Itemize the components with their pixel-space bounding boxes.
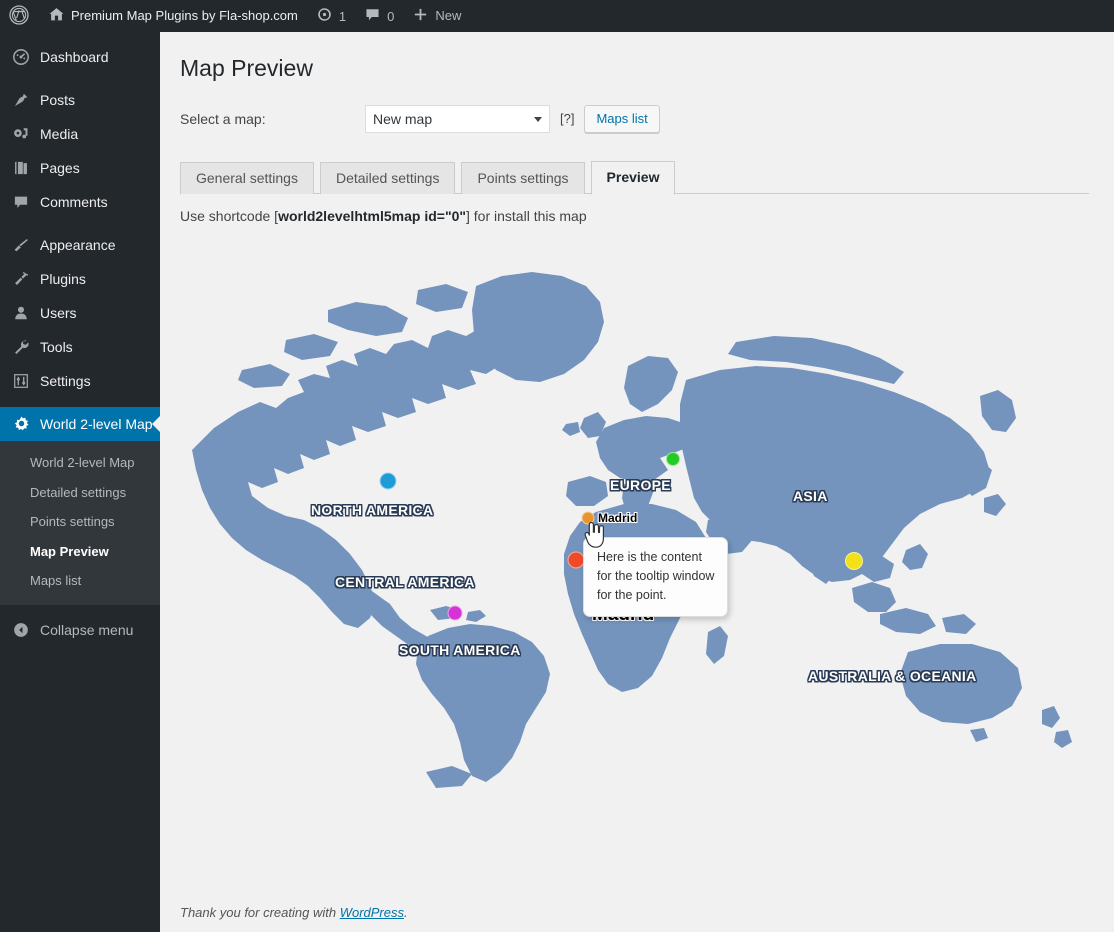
pages-icon — [11, 158, 31, 178]
sidebar-submenu: World 2-level Map Detailed settings Poin… — [0, 441, 160, 605]
footer-text-after: . — [404, 905, 408, 920]
sidebar-item-media[interactable]: Media — [0, 117, 160, 151]
new-content-label: New — [435, 8, 462, 23]
map-marker-madrid[interactable] — [581, 511, 595, 525]
map-select-wrapper[interactable]: New map — [365, 104, 550, 133]
shortcode-suffix: ] for install this map — [466, 207, 587, 224]
shortcode-prefix: Use shortcode [ — [180, 207, 279, 224]
dashboard-icon — [11, 47, 31, 67]
collapse-arrow-icon — [11, 620, 31, 640]
sidebar-item-label: Appearance — [40, 237, 116, 253]
updates-button[interactable]: 1 — [307, 0, 355, 32]
sidebar-subitem-points-settings[interactable]: Points settings — [0, 507, 160, 537]
comments-button[interactable]: 0 — [355, 0, 403, 32]
updates-count: 1 — [338, 8, 347, 24]
site-name-button[interactable]: Premium Map Plugins by Fla-shop.com — [39, 0, 307, 32]
settings-tabs: General settings Detailed settings Point… — [160, 160, 1114, 195]
wordpress-logo-icon — [9, 4, 29, 28]
footer-text-before: Thank you for creating with — [180, 905, 340, 920]
gear-icon — [11, 414, 31, 434]
plugin-icon — [11, 269, 31, 289]
wordpress-link[interactable]: WordPress — [340, 905, 404, 920]
sidebar-item-users[interactable]: Users — [0, 296, 160, 330]
tooltip-line: for the point. — [597, 587, 667, 602]
brush-icon — [11, 235, 31, 255]
admin-footer: Thank you for creating with WordPress. — [180, 905, 408, 920]
select-map-label: Select a map: — [180, 110, 266, 127]
tab-detailed-settings[interactable]: Detailed settings — [319, 162, 456, 194]
sidebar-subitem-maps-list[interactable]: Maps list — [0, 566, 160, 596]
map-tooltip: Here is the content for the tooltip wind… — [583, 536, 729, 617]
sidebar-item-label: Users — [40, 305, 77, 321]
pin-icon — [11, 90, 31, 110]
sidebar-item-appearance[interactable]: Appearance — [0, 228, 160, 262]
comments-icon — [11, 192, 31, 212]
sidebar-item-pages[interactable]: Pages — [0, 151, 160, 185]
map-select[interactable]: New map — [365, 104, 550, 133]
sidebar-item-posts[interactable]: Posts — [0, 83, 160, 117]
sidebar-item-label: World 2-level Map — [40, 416, 153, 432]
world-map-svg[interactable] — [180, 232, 1090, 792]
plus-icon — [412, 6, 429, 26]
menu-separator — [0, 219, 160, 228]
wordpress-logo-button[interactable] — [0, 0, 39, 32]
active-menu-arrow-icon — [152, 416, 160, 432]
admin-sidebar: Dashboard Posts Media Pages Comments App… — [0, 32, 160, 932]
sidebar-item-label: Plugins — [40, 271, 86, 287]
sidebar-item-world-2-level-map[interactable]: World 2-level Map — [0, 407, 160, 441]
shortcode-code: world2levelhtml5map id="0" — [278, 207, 467, 224]
map-selector-row: Select a map: New map [?] Maps list — [160, 104, 1114, 134]
wrench-icon — [11, 337, 31, 357]
sidebar-item-plugins[interactable]: Plugins — [0, 262, 160, 296]
world-map[interactable]: NORTH AMERICA CENTRAL AMERICA SOUTH AMER… — [180, 232, 1090, 872]
settings-sliders-icon — [11, 371, 31, 391]
comments-count: 0 — [387, 8, 395, 24]
tab-general-settings[interactable]: General settings — [180, 162, 314, 194]
sidebar-item-label: Pages — [40, 160, 80, 176]
sidebar-item-label: Media — [40, 126, 79, 142]
shortcode-instruction: Use shortcode [world2levelhtml5map id="0… — [160, 208, 1114, 224]
maps-list-button[interactable]: Maps list — [584, 104, 660, 133]
site-name-label: Premium Map Plugins by Fla-shop.com — [71, 8, 298, 23]
sidebar-item-dashboard[interactable]: Dashboard — [0, 40, 160, 74]
map-marker-asia[interactable] — [845, 551, 863, 570]
updates-icon — [316, 6, 333, 26]
main-content: Map Preview Select a map: New map [?] Ma… — [160, 32, 1114, 932]
collapse-menu-label: Collapse menu — [40, 621, 134, 638]
sidebar-item-comments[interactable]: Comments — [0, 185, 160, 219]
collapse-menu-button[interactable]: Collapse menu — [0, 613, 160, 647]
sidebar-item-label: Comments — [40, 194, 108, 210]
sidebar-item-tools[interactable]: Tools — [0, 330, 160, 364]
map-marker-north-america[interactable] — [379, 472, 397, 490]
menu-separator — [0, 74, 160, 83]
sidebar-subitem-detailed-settings[interactable]: Detailed settings — [0, 478, 160, 508]
sidebar-subitem-map-preview[interactable]: Map Preview — [0, 537, 160, 567]
sidebar-subitem-world-2-level-map[interactable]: World 2-level Map — [0, 448, 160, 478]
sidebar-item-label: Posts — [40, 92, 76, 108]
new-content-button[interactable]: New — [403, 0, 470, 32]
map-marker-europe[interactable] — [666, 451, 680, 466]
sidebar-item-label: Dashboard — [40, 49, 109, 65]
help-link[interactable]: [?] — [560, 111, 574, 126]
home-icon — [48, 6, 65, 26]
sidebar-item-label: Settings — [40, 373, 91, 389]
user-icon — [11, 303, 31, 323]
tab-points-settings[interactable]: Points settings — [461, 162, 585, 194]
page-title: Map Preview — [180, 55, 313, 81]
tooltip-line: Here is the content — [597, 549, 702, 564]
media-icon — [11, 124, 31, 144]
menu-separator — [0, 398, 160, 407]
map-marker-africa[interactable] — [567, 551, 585, 569]
comments-icon — [364, 6, 381, 26]
tooltip-line: for the tooltip window — [597, 568, 715, 583]
tab-preview[interactable]: Preview — [590, 161, 676, 195]
sidebar-item-settings[interactable]: Settings — [0, 364, 160, 398]
map-landmasses — [192, 271, 1072, 788]
map-marker-south-america[interactable] — [447, 605, 463, 621]
admin-bar: Premium Map Plugins by Fla-shop.com 1 0 … — [0, 0, 1114, 32]
sidebar-item-label: Tools — [40, 339, 73, 355]
